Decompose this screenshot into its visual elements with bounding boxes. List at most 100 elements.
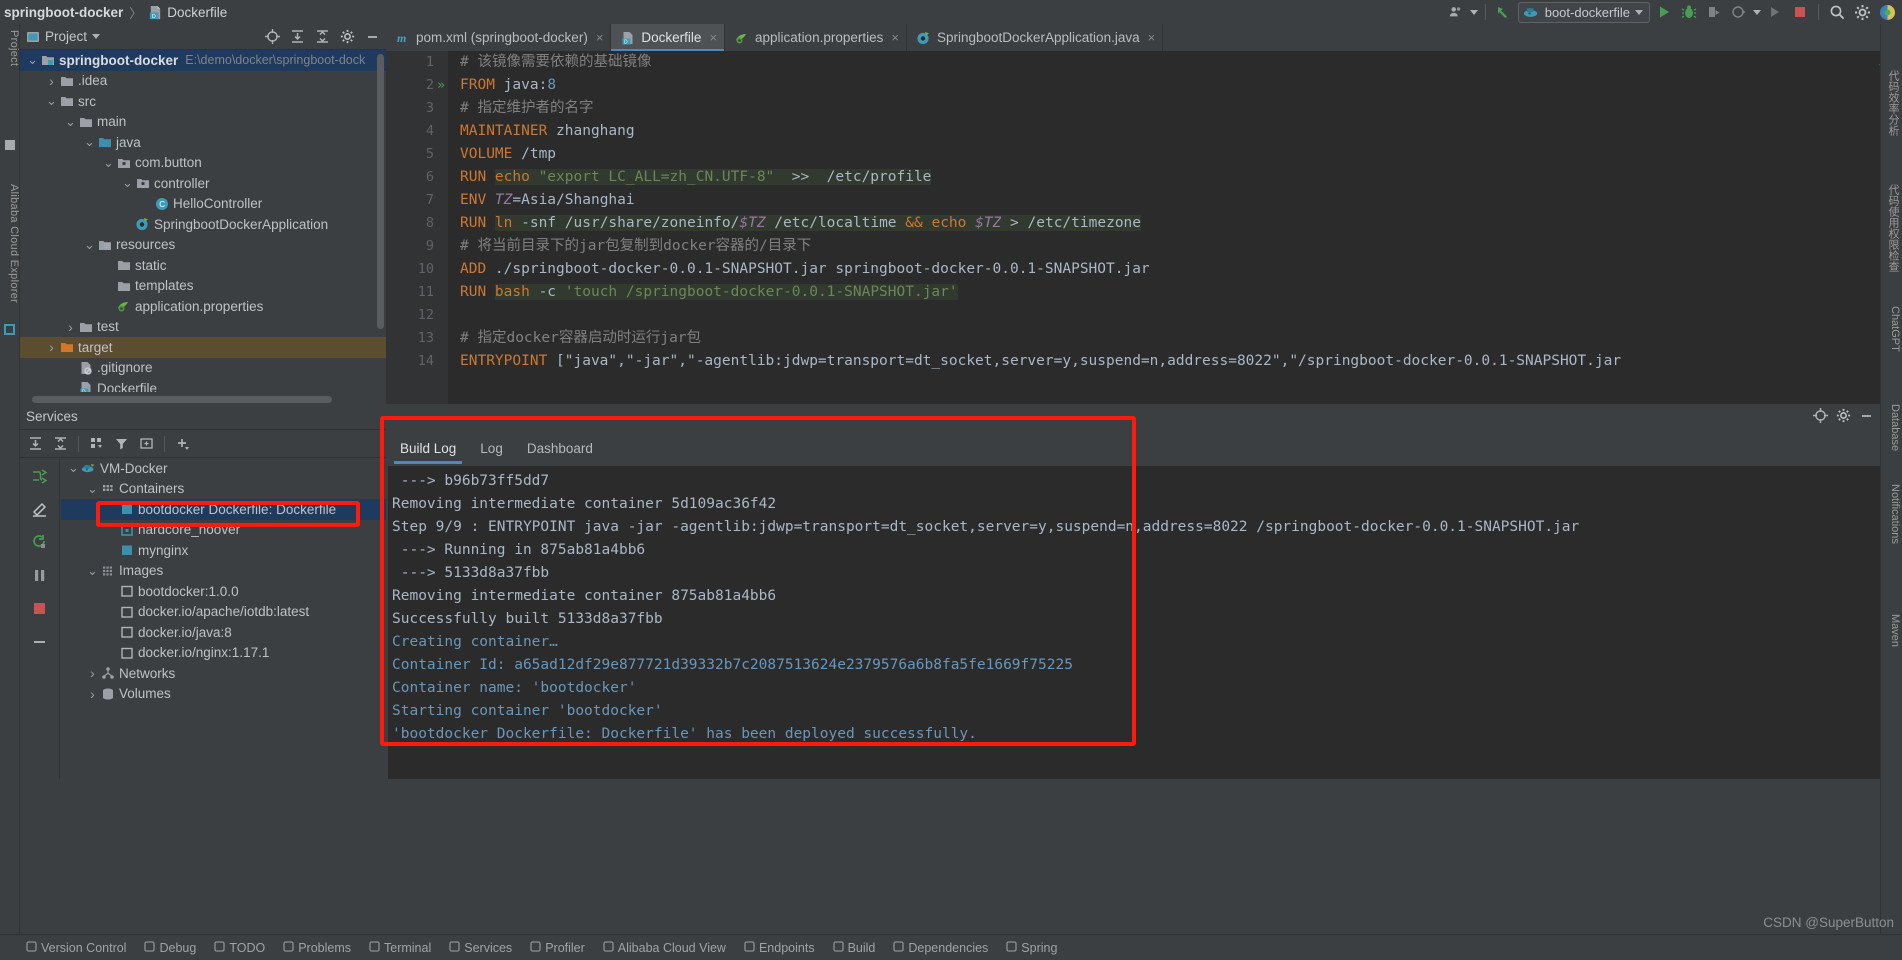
service-node-bootdocker-dockerfile-dockerfile[interactable]: bootdocker Dockerfile: Dockerfile bbox=[61, 499, 386, 520]
stripe-label-maven[interactable]: Maven bbox=[1881, 614, 1901, 647]
chevron-down-icon[interactable]: ⌄ bbox=[26, 52, 39, 68]
connect-icon[interactable] bbox=[28, 464, 52, 488]
code-line[interactable]: 7 ENV TZ=Asia/Shanghai bbox=[386, 189, 1902, 212]
close-icon[interactable]: × bbox=[1145, 30, 1156, 45]
tree-node-test[interactable]: › test bbox=[20, 317, 386, 338]
editor-tab-dockerfile[interactable]: D Dockerfile × bbox=[611, 24, 726, 51]
stripe-label-code-efficiency[interactable]: 代码效率分析 bbox=[1881, 70, 1901, 136]
group-by-icon[interactable] bbox=[85, 432, 108, 456]
run-configuration-selector[interactable]: boot-dockerfile bbox=[1517, 1, 1650, 23]
code-line[interactable]: 1 # 该镜像需要依赖的基础镜像 bbox=[386, 51, 1902, 74]
service-node-containers[interactable]: ⌄ Containers bbox=[61, 479, 386, 500]
editor-tab-bar[interactable]: m pom.xml (springboot-docker) × D Dockerfile… bbox=[386, 24, 1902, 51]
services-tree[interactable]: ⌄ VM-Docker ⌄ Containers bootdocker Dockerfi… bbox=[61, 458, 386, 779]
run-play-icon[interactable] bbox=[1653, 2, 1675, 22]
statusbar-item-profiler[interactable]: Profiler bbox=[530, 941, 585, 955]
tree-node-springboot-docker[interactable]: ⌄ springboot-docker E:\demo\docker\springb… bbox=[20, 50, 386, 71]
project-tree[interactable]: ⌄ springboot-docker E:\demo\docker\springb… bbox=[20, 50, 386, 392]
tree-node-dockerfile[interactable]: D Dockerfile bbox=[20, 378, 386, 392]
code-editor[interactable]: 1 # 该镜像需要依赖的基础镜像 2» FROM java:8 3 # 指定维护者的名字 4… bbox=[386, 51, 1902, 404]
statusbar-item-services[interactable]: Services bbox=[449, 941, 512, 955]
log-tab-log[interactable]: Log bbox=[470, 438, 513, 459]
chevron-down-icon[interactable]: ⌄ bbox=[121, 175, 134, 191]
minimize-icon[interactable] bbox=[362, 27, 382, 47]
cloud-explorer-icon[interactable] bbox=[4, 324, 15, 335]
tree-node-main[interactable]: ⌄ main bbox=[20, 112, 386, 133]
stripe-label-notifications[interactable]: Notifications bbox=[1881, 484, 1901, 544]
tree-node-target[interactable]: › target bbox=[20, 337, 386, 358]
statusbar-item-terminal[interactable]: Terminal bbox=[369, 941, 431, 955]
close-icon[interactable]: × bbox=[706, 30, 717, 45]
code-line[interactable]: 3 # 指定维护者的名字 bbox=[386, 97, 1902, 120]
breadcrumb-file[interactable]: Dockerfile bbox=[167, 5, 227, 20]
statusbar-item-spring[interactable]: Spring bbox=[1006, 941, 1057, 955]
statusbar-item-version-control[interactable]: Version Control bbox=[26, 941, 126, 955]
chevron-down-icon[interactable]: ⌄ bbox=[86, 563, 99, 579]
filter-icon[interactable] bbox=[110, 432, 133, 456]
debug-bug-icon[interactable] bbox=[1678, 2, 1700, 22]
project-horizontal-scrollbar[interactable] bbox=[20, 395, 386, 404]
search-icon[interactable] bbox=[1826, 2, 1848, 22]
tree-node-templates[interactable]: templates bbox=[20, 276, 386, 297]
statusbar-item-build[interactable]: Build bbox=[832, 941, 875, 955]
code-line[interactable]: 4 MAINTAINER zhanghang bbox=[386, 120, 1902, 143]
color-wheel-icon[interactable] bbox=[1876, 2, 1898, 22]
editor-tab-application-properties[interactable]: application.properties × bbox=[725, 24, 907, 51]
stripe-label-code-permission[interactable]: 代码使用权限检查 bbox=[1881, 184, 1901, 272]
add-tab-icon[interactable] bbox=[135, 432, 158, 456]
project-view-chevron-down-icon[interactable] bbox=[92, 34, 101, 39]
code-line[interactable]: 6 RUN echo "export LC_ALL=zh_CN.UTF-8" >>… bbox=[386, 166, 1902, 189]
service-node-mynginx[interactable]: mynginx bbox=[61, 540, 386, 561]
code-line[interactable]: 14 ENTRYPOINT ["java","-jar","-agentlib:j… bbox=[386, 350, 1902, 373]
stripe-label-project[interactable]: Project bbox=[0, 30, 20, 66]
user-icon[interactable] bbox=[1445, 2, 1467, 22]
service-node-docker-io-nginx-1-17-1[interactable]: docker.io/nginx:1.17.1 bbox=[61, 643, 386, 664]
stripe-label-alibaba[interactable]: Alibaba Cloud Explorer bbox=[0, 184, 20, 303]
locate-target-icon[interactable] bbox=[262, 27, 282, 47]
chevron-right-icon[interactable]: › bbox=[64, 319, 77, 335]
chevron-down-icon[interactable]: ⌄ bbox=[67, 460, 80, 476]
service-node-docker-io-apache-iotdb-latest[interactable]: docker.io/apache/iotdb:latest bbox=[61, 602, 386, 623]
log-tab-dashboard[interactable]: Dashboard bbox=[517, 438, 603, 459]
project-vertical-scrollbar[interactable] bbox=[377, 54, 384, 334]
editor-tab-springbootdockerapplication-java[interactable]: SpringbootDockerApplication.java × bbox=[907, 24, 1164, 51]
tree-node-controller[interactable]: ⌄ controller bbox=[20, 173, 386, 194]
restart-icon[interactable] bbox=[28, 530, 52, 554]
chevron-down-icon[interactable]: ⌄ bbox=[86, 481, 99, 497]
chevron-down-icon[interactable]: ⌄ bbox=[45, 93, 58, 109]
log-tab-build-log[interactable]: Build Log bbox=[390, 438, 466, 464]
close-icon[interactable]: × bbox=[593, 30, 604, 45]
statusbar-item-endpoints[interactable]: Endpoints bbox=[744, 941, 815, 955]
vcs-update-arrow-icon[interactable] bbox=[1493, 2, 1515, 22]
profiler-caret-icon[interactable] bbox=[1753, 9, 1761, 15]
pause-icon[interactable] bbox=[28, 563, 52, 587]
tree-node-hellocontroller[interactable]: C HelloController bbox=[20, 194, 386, 215]
stop-square-icon[interactable] bbox=[28, 596, 52, 620]
code-line[interactable]: 12 bbox=[386, 304, 1902, 327]
chevron-right-icon[interactable]: › bbox=[45, 73, 58, 89]
statusbar-item-dependencies[interactable]: Dependencies bbox=[893, 941, 988, 955]
expand-all-icon[interactable] bbox=[287, 27, 307, 47]
code-line[interactable]: 10 ADD ./springboot-docker-0.0.1-SNAPSHOT… bbox=[386, 258, 1902, 281]
expand-all-icon[interactable] bbox=[24, 432, 47, 456]
gear-icon[interactable] bbox=[337, 27, 357, 47]
close-icon[interactable]: × bbox=[888, 30, 899, 45]
chevron-down-icon[interactable] bbox=[1635, 9, 1643, 15]
tree-node-java[interactable]: ⌄ java bbox=[20, 132, 386, 153]
service-node-networks[interactable]: › Networks bbox=[61, 663, 386, 684]
service-node-hardcore-hoover[interactable]: hardcore_hoover bbox=[61, 520, 386, 541]
statusbar-item-debug[interactable]: Debug bbox=[144, 941, 196, 955]
service-node-images[interactable]: ⌄ Images bbox=[61, 561, 386, 582]
chevron-down-icon[interactable]: ⌄ bbox=[64, 114, 77, 130]
chevron-right-icon[interactable]: › bbox=[45, 339, 58, 355]
edit-icon[interactable] bbox=[28, 497, 52, 521]
code-line[interactable]: 11 RUN bash -c 'touch /springboot-docker-… bbox=[386, 281, 1902, 304]
minimize-icon[interactable] bbox=[28, 629, 52, 653]
tree-node-application-properties[interactable]: application.properties bbox=[20, 296, 386, 317]
run-coverage-icon[interactable] bbox=[1703, 2, 1725, 22]
statusbar-item-todo[interactable]: TODO bbox=[214, 941, 265, 955]
log-tab-bar[interactable]: Build Log Log Dashboard bbox=[390, 434, 603, 464]
build-log-output[interactable]: ---> b96b73ff5dd7 Removing intermediate c… bbox=[388, 466, 1880, 779]
structure-icon[interactable] bbox=[5, 140, 15, 150]
service-node-vm-docker[interactable]: ⌄ VM-Docker bbox=[61, 458, 386, 479]
